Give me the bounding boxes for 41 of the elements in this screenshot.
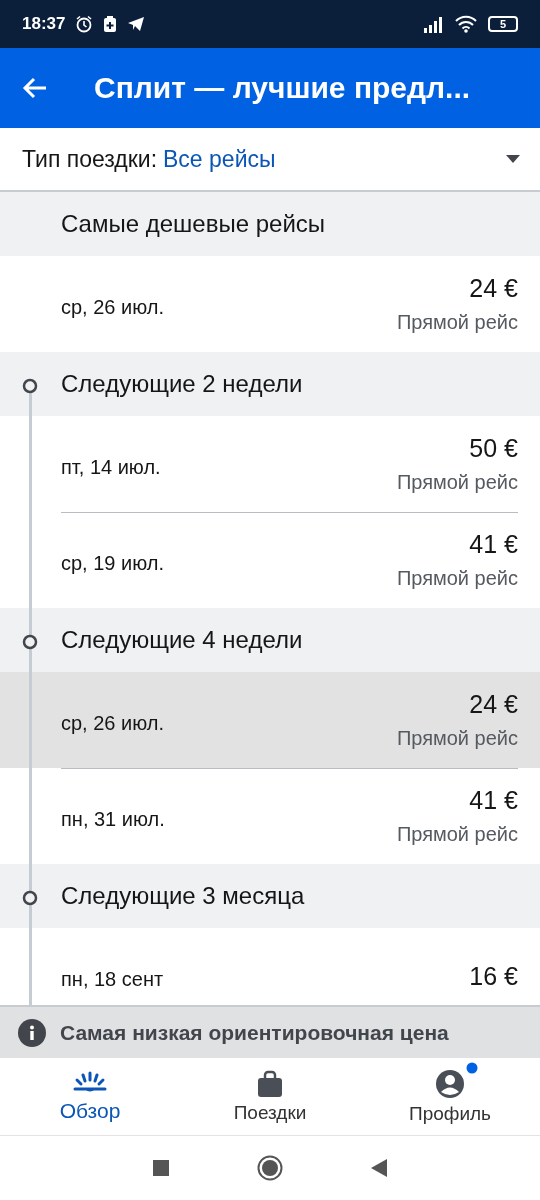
flight-date: пн, 31 июл. <box>61 806 165 831</box>
flight-type: Прямой рейс <box>396 727 518 750</box>
info-icon <box>18 1018 46 1047</box>
flight-date: ср, 26 июл. <box>61 294 164 319</box>
nav-tab[interactable]: Обзор <box>0 1058 180 1135</box>
flight-type: Прямой рейс <box>396 567 518 590</box>
flight-row[interactable]: ср, 26 июл. 24 € Прямой рейс <box>0 672 540 768</box>
screen-title: Сплит — лучшие предл... <box>94 71 471 105</box>
flight-price: 24 € <box>469 690 518 719</box>
flight-price: 41 € <box>469 786 518 815</box>
wifi-icon <box>454 15 478 33</box>
flight-date: пн, 18 сент <box>61 966 164 991</box>
status-time: 18:37 <box>22 14 66 34</box>
flight-price: 24 € <box>469 274 518 303</box>
home-icon[interactable] <box>257 1155 283 1181</box>
flight-date: ср, 26 июл. <box>61 710 164 735</box>
nav-tab[interactable]: Профиль <box>360 1058 540 1135</box>
profile-icon <box>435 1068 465 1099</box>
flight-date: пт, 14 июл. <box>61 454 161 479</box>
back-arrow-icon[interactable] <box>22 77 48 99</box>
signal-icon <box>422 15 444 33</box>
battery-plus-icon <box>103 15 118 33</box>
nav-tab[interactable]: Поездки <box>180 1058 360 1135</box>
flight-price: 16 € <box>469 961 518 991</box>
battery-level: 5 <box>488 16 518 32</box>
section-header: Следующие 3 месяца <box>0 864 540 928</box>
bag-icon <box>256 1069 284 1098</box>
flight-date: ср, 19 июл. <box>61 550 164 575</box>
alarm-icon <box>75 15 94 33</box>
flight-type: Прямой рейс <box>396 471 518 494</box>
send-icon <box>127 16 146 32</box>
dropdown-caret-icon <box>506 155 520 163</box>
flight-price: 41 € <box>469 530 518 559</box>
back-icon[interactable] <box>371 1159 387 1177</box>
info-text: Самая низкая ориентировочная цена <box>60 1020 449 1045</box>
flight-type: Прямой рейс <box>396 311 518 334</box>
flight-price: 50 € <box>469 434 518 463</box>
section-header: Самые дешевые рейсы <box>0 192 540 256</box>
section-header: Следующие 4 недели <box>0 608 540 672</box>
section-header: Следующие 2 недели <box>0 352 540 416</box>
flight-type: Прямой рейс <box>396 823 518 846</box>
